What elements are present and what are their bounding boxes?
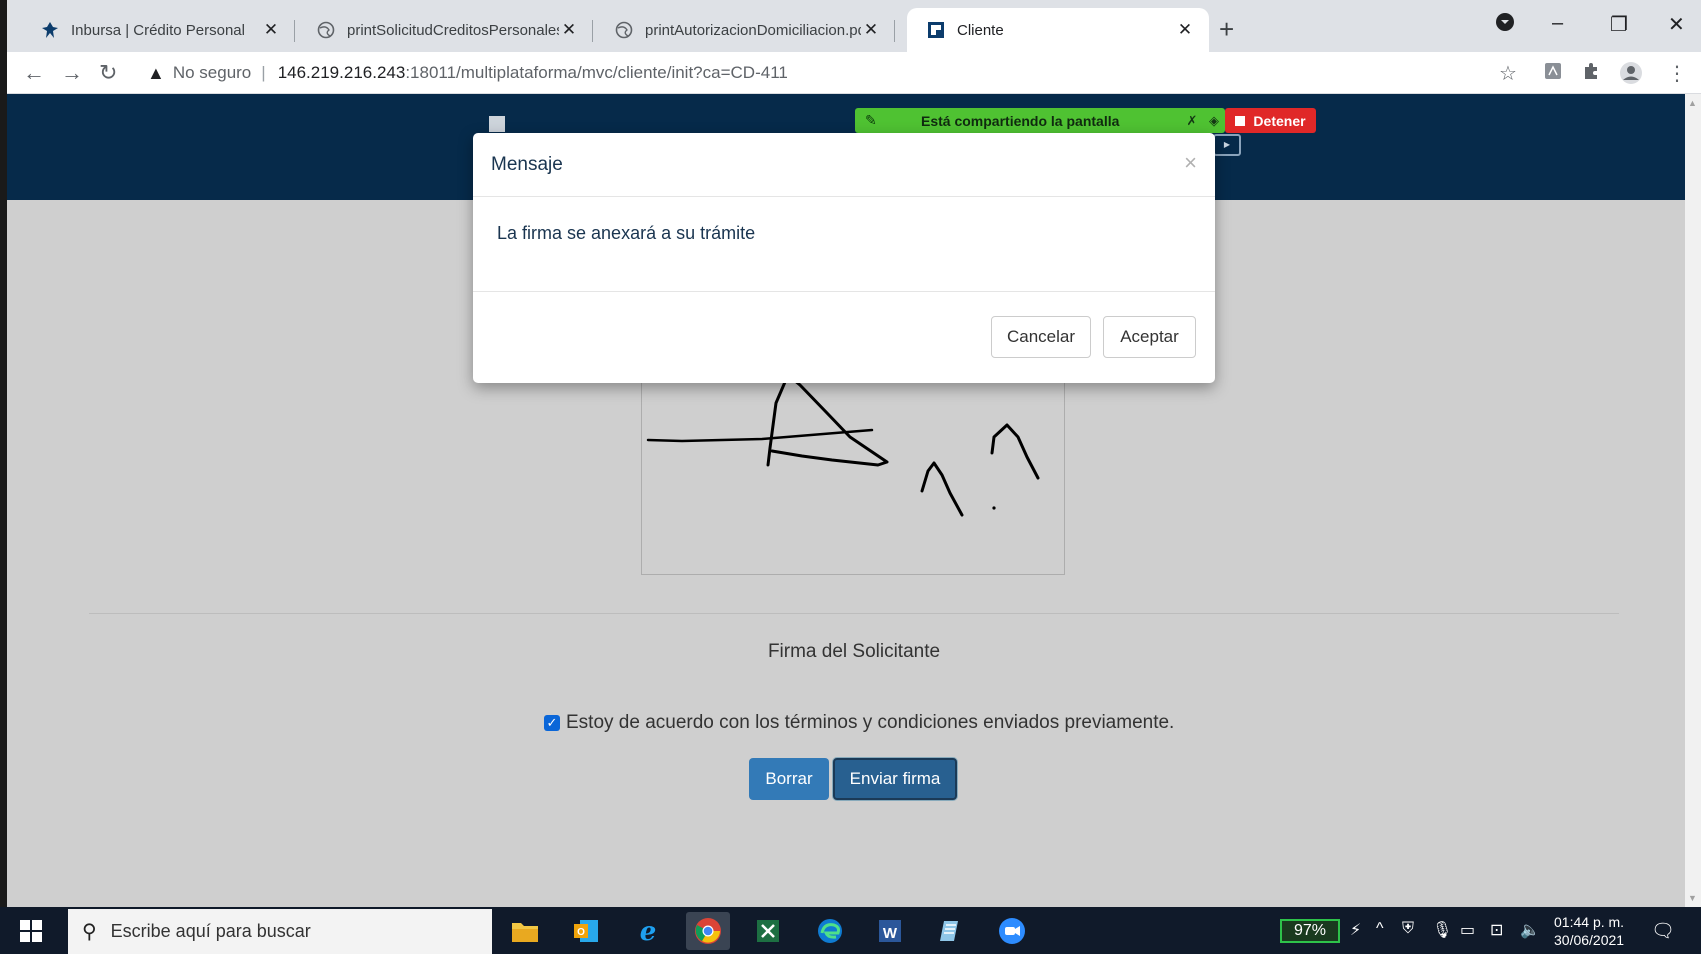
menu-kebab-icon[interactable]: ⋮ [1667,61,1687,86]
tab-autorizacion-pdf[interactable]: printAutorizacionDomiciliacion.pdf ✕ [595,8,895,52]
inbursa-favicon-icon [41,21,59,39]
close-tab-icon[interactable]: ✕ [261,20,281,40]
close-tab-icon[interactable]: ✕ [559,20,579,40]
signature-strokes [646,373,1040,517]
microphone-icon[interactable]: 🎙 [1432,920,1452,940]
share-status-text: Está compartiendo la pantalla [921,112,1120,129]
url-path: :18011/multiplataforma/mvc/cliente/init?… [405,63,788,82]
accept-button[interactable]: Aceptar [1103,316,1196,358]
close-tab-icon[interactable]: ✕ [861,20,881,40]
taskbar-search-box[interactable]: ⚲ Escribe aquí para buscar [68,909,492,954]
stop-square-icon [1235,115,1246,126]
power-plug-icon[interactable]: ⚡ [1350,920,1361,940]
browser-window: Inbursa | Crédito Personal ✕ printSolici… [7,0,1701,907]
tab-title: printSolicitudCreditosPersonales.pdf [347,21,559,39]
tab-title: printAutorizacionDomiciliacion.pdf [645,21,861,39]
modal-title: Mensaje [491,154,563,175]
cancel-button[interactable]: Cancelar [991,316,1091,358]
security-label[interactable]: No seguro [173,63,251,83]
taskbar-search-placeholder: Escribe aquí para buscar [110,921,311,941]
inbursa-favicon-icon [927,21,945,39]
modal-header: Mensaje × [473,133,1215,197]
modal-body: La firma se anexará a su trámite [473,197,1215,292]
address-separator: | [261,63,266,82]
new-tab-button[interactable]: + [1219,14,1234,45]
chrome-icon[interactable] [686,912,730,950]
globe-icon [615,21,633,39]
notifications-icon[interactable]: 🗨 [1651,919,1675,943]
minimize-button[interactable]: – [1552,12,1563,35]
reload-icon[interactable]: ↻ [99,60,117,86]
security-tray-icon[interactable]: ⛨ [1402,920,1414,938]
excel-icon[interactable] [746,912,790,950]
page-scrollbar[interactable]: ▲ ▼ [1685,94,1701,907]
terms-checkbox[interactable]: ✓ [544,715,560,731]
volume-icon[interactable]: 🔈 [1520,920,1540,940]
terms-agreement[interactable]: ✓ Estoy de acuerdo con los términos y co… [544,712,1174,734]
divider [89,613,1619,614]
windows-start-icon[interactable] [20,920,42,942]
word-icon[interactable]: W [868,912,912,950]
terms-text: Estoy de acuerdo con los términos y cond… [566,712,1175,733]
battery-indicator[interactable]: 97% [1280,919,1340,943]
signature-label: Firma del Solicitante [767,641,941,662]
youtube-icon[interactable]: ▶ [1213,134,1241,156]
tab-inbursa-credito[interactable]: Inbursa | Crédito Personal ✕ [21,8,295,52]
page-viewport: ▶ ✎ Está compartiendo la pantalla ✗ ◈ De… [7,94,1685,907]
shield-icon[interactable]: ◈ [1203,113,1225,129]
zoom-icon[interactable] [990,912,1034,950]
svg-text:e: e [640,917,657,946]
windows-taskbar: ⚲ Escribe aquí para buscar O e W 97% ⚡ ^… [0,907,1701,954]
address-bar[interactable]: ▲ No seguro | 146.219.216.243 :18011/mul… [147,57,1527,89]
pdf-extension-icon[interactable] [1543,61,1563,87]
tab-solicitud-pdf[interactable]: printSolicitudCreditosPersonales.pdf ✕ [297,8,593,52]
network-icon[interactable]: ⊡ [1490,920,1503,940]
stop-share-label: Detener [1253,112,1306,129]
profile-dropdown-icon[interactable] [1495,12,1515,38]
tab-cliente[interactable]: Cliente ✕ [907,8,1209,52]
profile-avatar-icon[interactable] [1619,61,1643,91]
battery-tray-icon[interactable]: ▭ [1460,920,1475,940]
tab-title: Inbursa | Crédito Personal [71,21,245,39]
clear-signature-button[interactable]: Borrar [749,758,829,800]
restore-button[interactable]: ❐ [1610,12,1628,37]
clock-time: 01:44 p. m. [1554,914,1625,930]
extensions-puzzle-icon[interactable] [1581,61,1601,87]
browser-toolbar: ← → ↻ ▲ No seguro | 146.219.216.243 :180… [7,52,1701,94]
modal-message: La firma se anexará a su trámite [497,223,756,243]
tab-title: Cliente [957,21,1004,39]
globe-icon [317,21,335,39]
warning-icon: ▲ [147,62,165,83]
back-arrow-icon[interactable]: ← [23,60,45,86]
stop-share-button[interactable]: Detener [1225,108,1316,133]
edge-icon[interactable] [808,912,852,950]
clock-date: 30/06/2021 [1554,932,1625,948]
tab-strip: Inbursa | Crédito Personal ✕ printSolici… [7,0,1701,52]
forward-arrow-icon[interactable]: → [61,60,83,86]
message-modal: Mensaje × La firma se anexará a su trámi… [473,133,1215,383]
close-window-button[interactable]: ✕ [1668,12,1685,37]
url-host: 146.219.216.243 [277,63,406,82]
mute-mic-icon[interactable]: ✗ [1181,113,1203,129]
svg-text:W: W [883,925,898,942]
taskbar-clock[interactable]: 01:44 p. m. 30/06/2021 [1554,913,1624,949]
svg-text:O: O [577,927,585,938]
site-logo [489,116,505,132]
close-tab-icon[interactable]: ✕ [1175,20,1195,40]
file-explorer-icon[interactable] [503,912,547,950]
signature-canvas[interactable] [641,362,1065,575]
internet-explorer-icon[interactable]: e [626,912,670,950]
outlook-icon[interactable]: O [564,912,608,950]
modal-close-icon[interactable]: × [1184,150,1197,176]
send-signature-button[interactable]: Enviar firma [833,758,957,800]
scroll-up-icon[interactable]: ▲ [1688,98,1697,108]
chevron-up-icon[interactable]: ^ [1376,920,1384,938]
pin-icon[interactable]: ✎ [865,112,881,129]
notepad-icon[interactable] [928,912,972,950]
search-icon: ⚲ [82,921,97,943]
scroll-down-icon[interactable]: ▼ [1688,893,1697,903]
modal-footer: Cancelar Aceptar [473,292,1215,382]
screen-share-bar: ✎ Está compartiendo la pantalla ✗ ◈ [855,108,1225,133]
bookmark-star-icon[interactable]: ☆ [1499,61,1517,86]
